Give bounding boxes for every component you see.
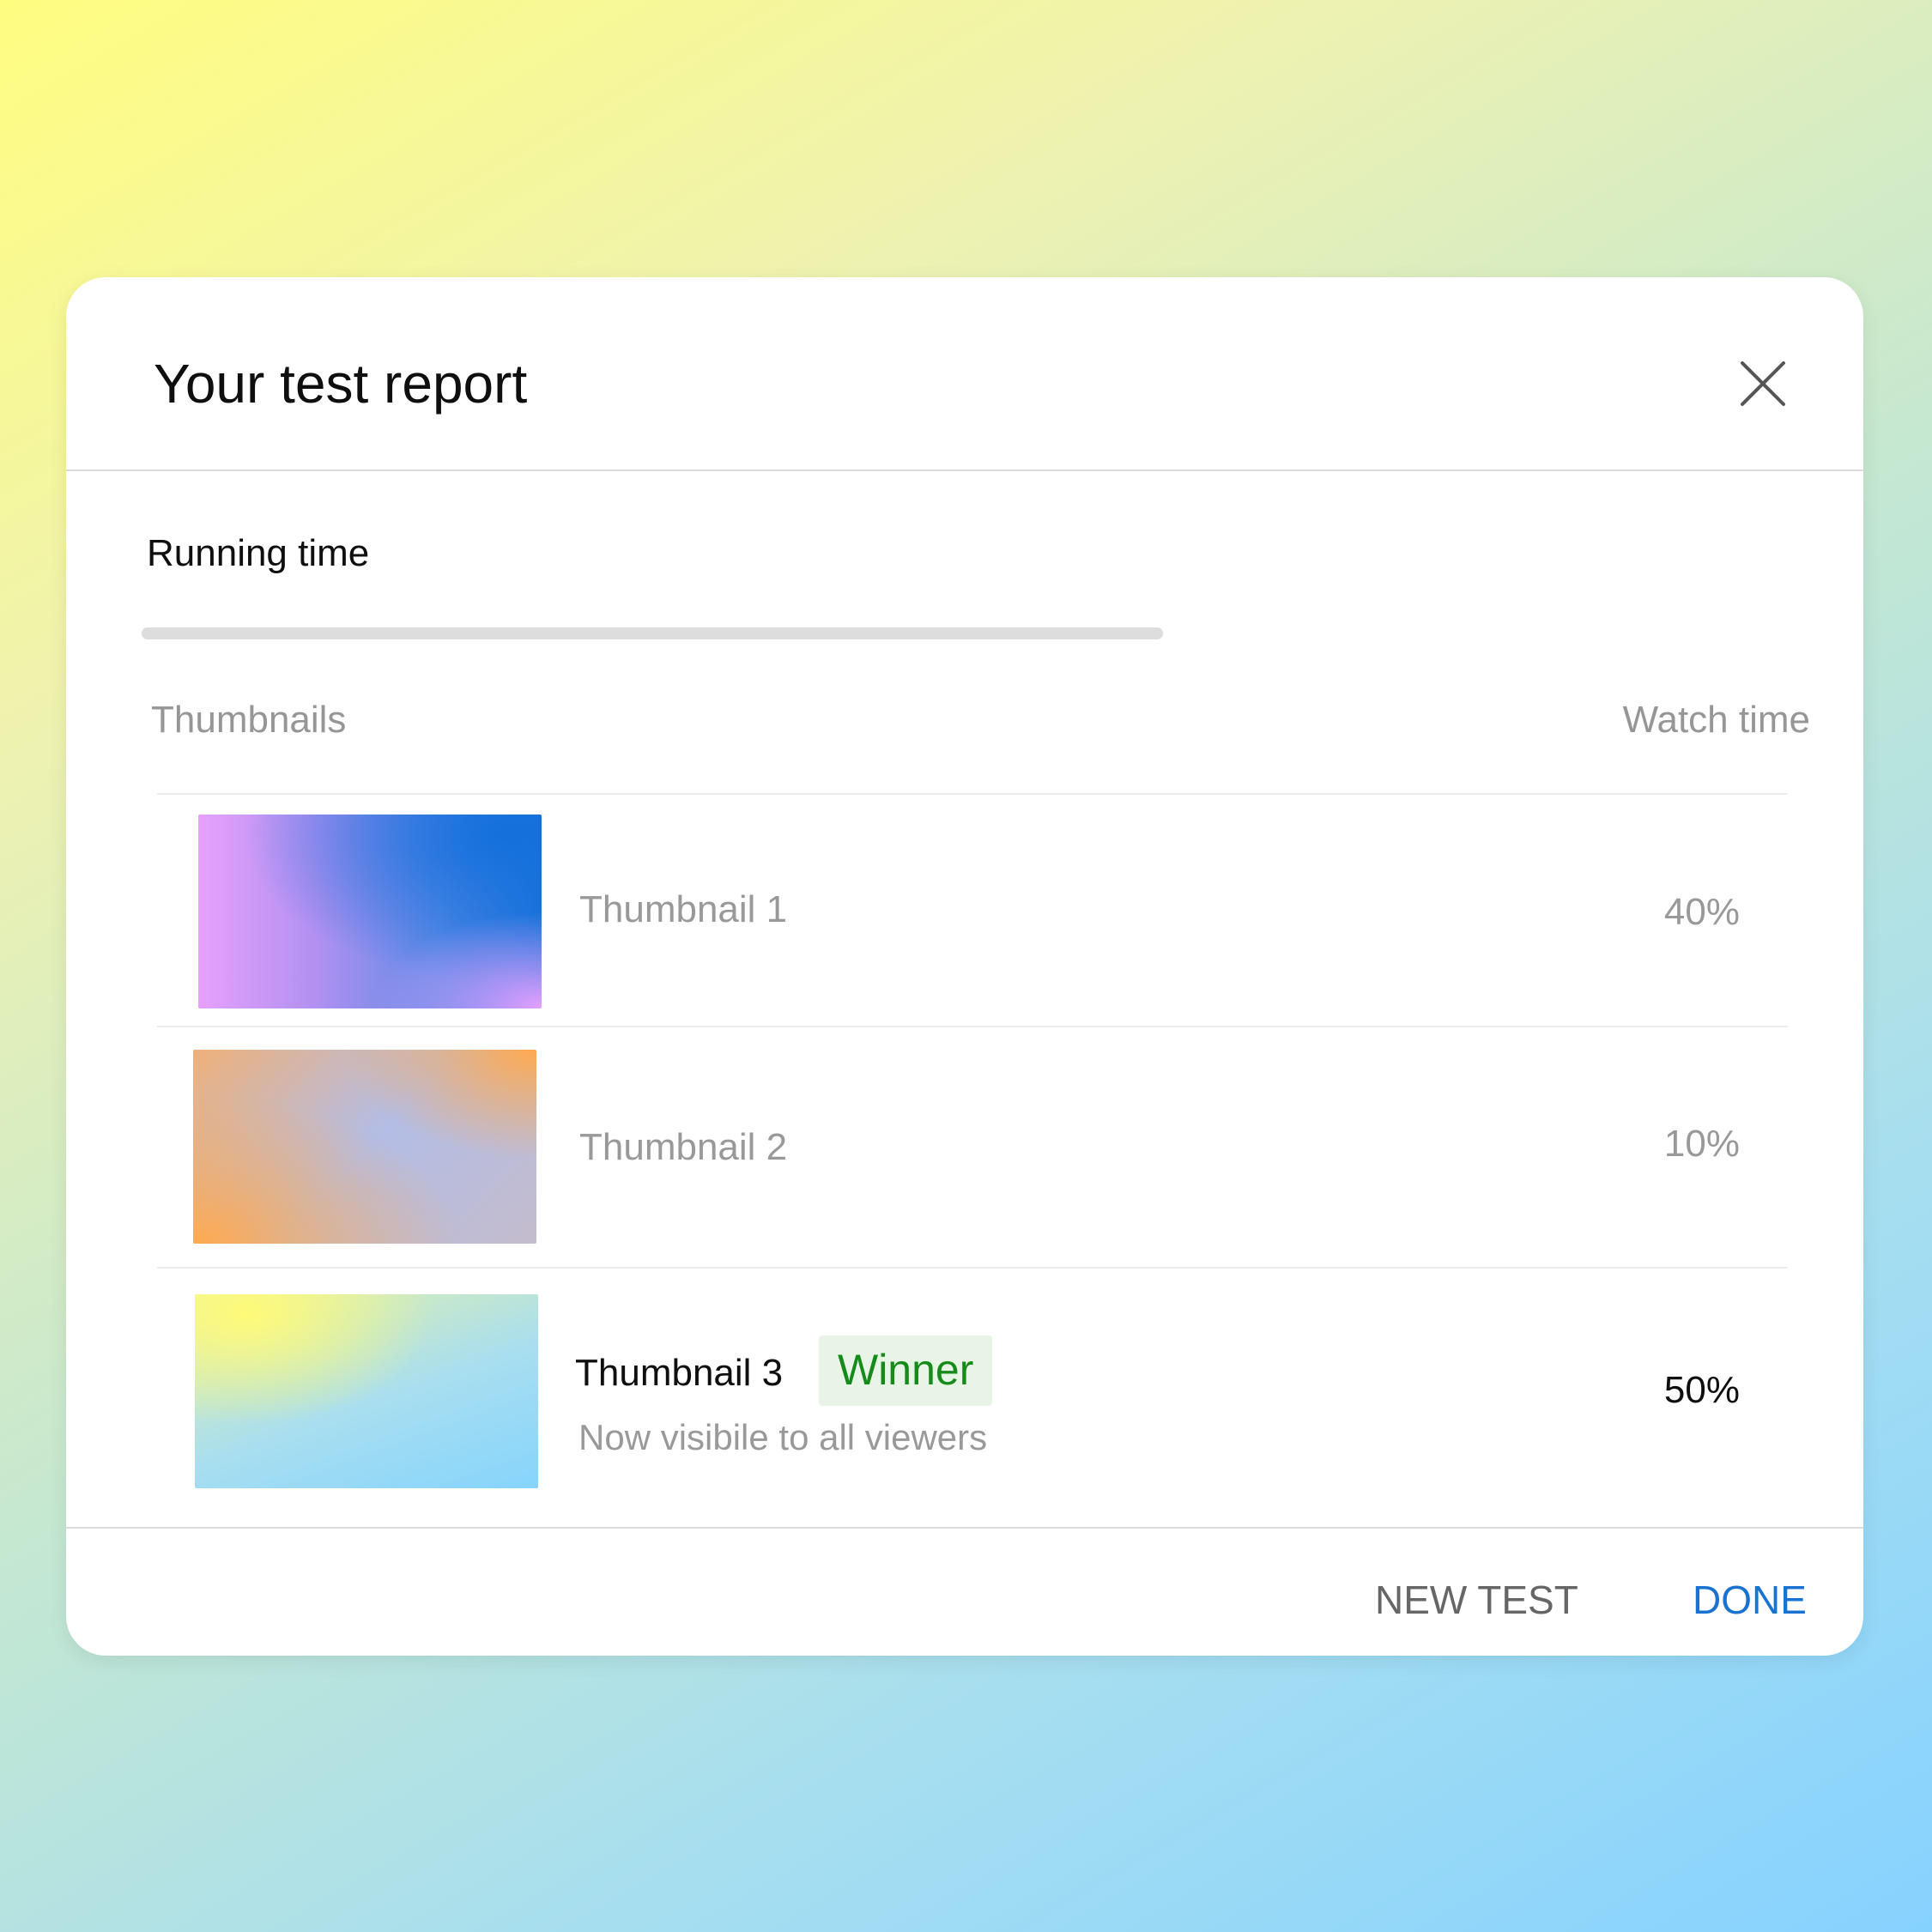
done-button[interactable]: DONE xyxy=(1693,1577,1807,1624)
test-report-dialog: Your test report Running time Thumbnails… xyxy=(66,277,1863,1656)
thumbnail-1-watch-time: 40% xyxy=(1663,891,1740,933)
running-time-progress-fill xyxy=(142,627,1163,639)
table-row-thumbnail-1[interactable]: Thumbnail 1 40% xyxy=(66,795,1863,1026)
close-icon xyxy=(1741,361,1785,406)
dialog-title: Your test report xyxy=(154,353,528,415)
thumbnail-3-watch-time: 50% xyxy=(1663,1369,1740,1411)
running-time-progress-bar xyxy=(142,627,1163,639)
table-row-thumbnail-2[interactable]: Thumbnail 2 10% xyxy=(66,1027,1863,1267)
winner-badge: Winner xyxy=(819,1335,993,1406)
new-test-button[interactable]: NEW TEST xyxy=(1375,1577,1578,1624)
close-button[interactable] xyxy=(1734,354,1792,413)
thumbnail-2-name: Thumbnail 2 xyxy=(579,1126,788,1168)
thumbnail-1-name: Thumbnail 1 xyxy=(579,888,788,930)
watch-time-column-header: Watch time xyxy=(1622,699,1810,741)
dialog-footer: NEW TEST DONE xyxy=(66,1527,1863,1656)
thumbnail-2-watch-time: 10% xyxy=(1663,1123,1740,1165)
thumbnail-3-name: Thumbnail 3 xyxy=(575,1352,784,1394)
running-time-label: Running time xyxy=(147,532,370,574)
thumbnail-3-status-text: Now visibile to all viewers xyxy=(578,1417,988,1457)
dialog-header: Your test report xyxy=(66,277,1863,471)
table-row-thumbnail-3[interactable]: Thumbnail 3 Winner Now visibile to all v… xyxy=(66,1269,1863,1526)
thumbnail-2-image xyxy=(193,1050,536,1244)
thumbnail-1-image xyxy=(198,815,542,1008)
thumbnail-3-image xyxy=(195,1294,538,1488)
thumbnails-column-header: Thumbnails xyxy=(151,699,347,741)
